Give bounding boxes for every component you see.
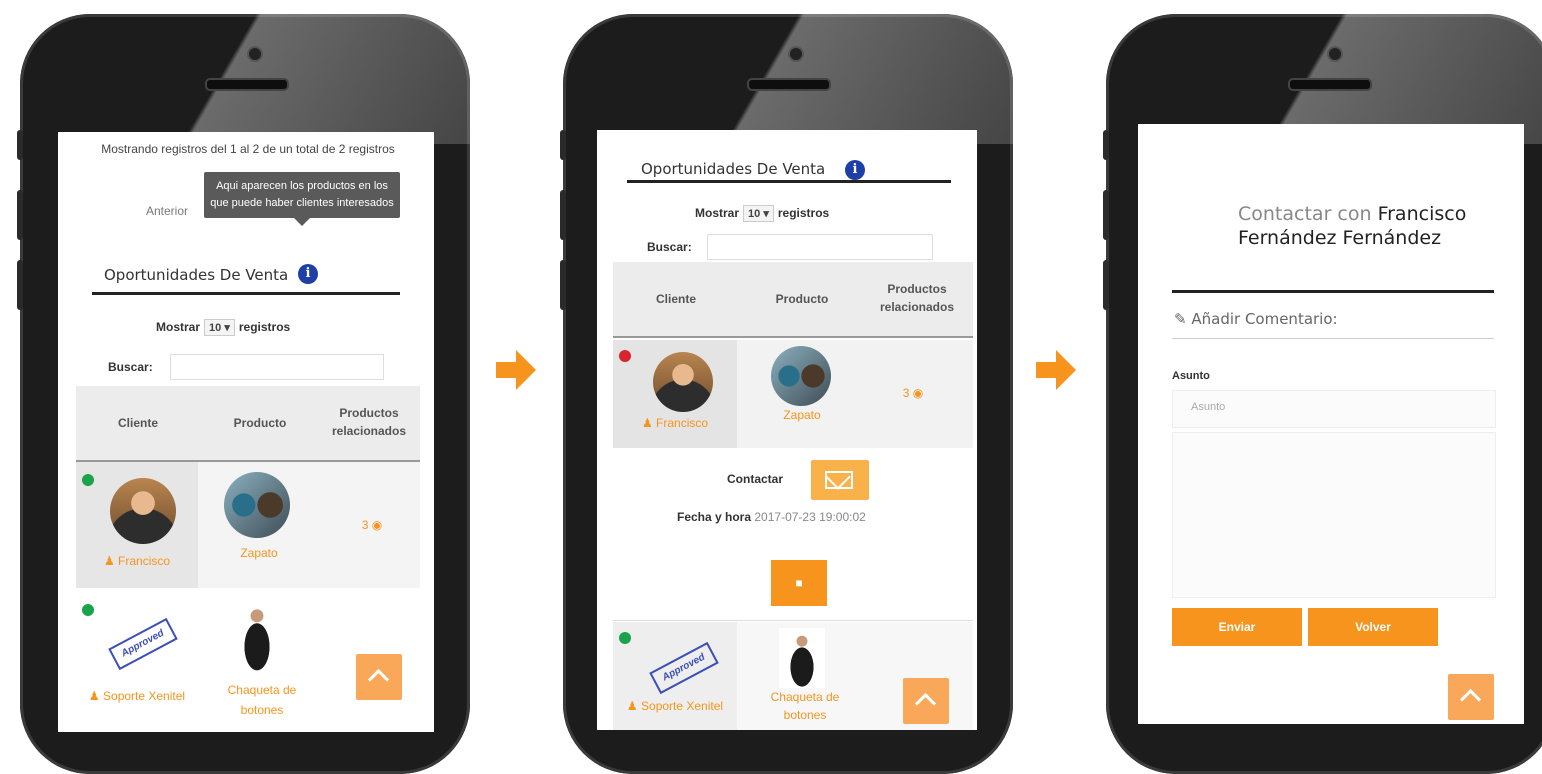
client-avatar[interactable] [653, 352, 713, 412]
table-row[interactable]: ♟ Francisco Zapato 3 ◉ [613, 340, 973, 448]
product-link[interactable]: Zapato [200, 546, 318, 560]
user-icon: ♟ [103, 554, 115, 568]
phone-1: Mostrando registros del 1 al 2 de un tot… [20, 14, 470, 774]
section-title: Oportunidades De Venta [641, 160, 826, 178]
user-icon: ♟ [641, 416, 653, 430]
eye-icon: ◉ [371, 518, 383, 532]
delete-button[interactable]: ■ [771, 560, 827, 606]
send-button[interactable]: Enviar [1172, 608, 1302, 646]
col-cliente[interactable]: Cliente [88, 416, 188, 430]
edit-icon: ✎ [1174, 310, 1187, 328]
title-underline [92, 292, 400, 295]
subject-input[interactable]: Asunto [1172, 390, 1496, 428]
arrow-right-icon [1036, 350, 1080, 390]
screen-1: Mostrando registros del 1 al 2 de un tot… [58, 132, 434, 732]
product-avatar[interactable] [232, 600, 282, 672]
subject-label: Asunto [1172, 370, 1210, 382]
datetime: Fecha y hora 2017-07-23 19:00:02 [677, 510, 866, 524]
related-count[interactable]: 3 ◉ [883, 386, 943, 400]
col-relacionados[interactable]: Productos relacionados [314, 404, 424, 440]
product-link[interactable]: Chaqueta de botones [753, 688, 857, 724]
screen-3: Contactar con Francisco Fernández Fernán… [1138, 124, 1524, 724]
status-dot [82, 474, 94, 486]
status-dot [619, 632, 631, 644]
product-link[interactable]: Zapato [743, 408, 861, 422]
info-icon[interactable]: i [298, 264, 318, 284]
records-info: Mostrando registros del 1 al 2 de un tot… [101, 142, 395, 156]
comment-textarea[interactable] [1172, 432, 1496, 598]
col-producto[interactable]: Producto [747, 292, 857, 306]
screen-2: Oportunidades De Venta i Mostrar 10 ▾ regi… [597, 130, 977, 730]
info-icon[interactable]: i [845, 160, 865, 180]
client-link[interactable]: ♟ Francisco [613, 416, 737, 430]
search-label: Buscar: [108, 360, 153, 374]
title-underline [627, 180, 951, 183]
contact-button[interactable] [811, 460, 869, 500]
related-count[interactable]: 3 ◉ [342, 518, 402, 532]
product-avatar[interactable] [779, 628, 825, 688]
search-label: Buscar: [647, 240, 692, 254]
client-link[interactable]: ♟ Soporte Xenitel [76, 688, 198, 705]
product-link[interactable]: Chaqueta de botones [210, 680, 314, 720]
envelope-icon [825, 464, 853, 490]
page-size-control: Mostrar 10 ▾ registros [695, 205, 830, 222]
back-button[interactable]: Volver [1308, 608, 1438, 646]
title-underline [1172, 290, 1494, 293]
client-avatar[interactable]: Approved [106, 612, 178, 676]
client-avatar[interactable] [110, 478, 176, 544]
search-input[interactable] [170, 354, 384, 380]
status-dot [82, 604, 94, 616]
col-relacionados[interactable]: Productos relacionados [859, 280, 975, 316]
client-link[interactable]: ♟ Francisco [76, 554, 198, 568]
col-producto[interactable]: Producto [210, 416, 310, 430]
prev-link[interactable]: Anterior [146, 204, 188, 218]
contact-label: Contactar [727, 472, 784, 486]
product-avatar[interactable] [224, 472, 290, 538]
phone-3: Contactar con Francisco Fernández Fernán… [1106, 14, 1542, 774]
client-link[interactable]: ♟ Soporte Xenitel [613, 698, 737, 714]
phone-2: Oportunidades De Venta i Mostrar 10 ▾ regi… [563, 14, 1013, 774]
comment-heading: ✎ Añadir Comentario: [1174, 310, 1338, 328]
eye-icon: ◉ [912, 386, 924, 400]
arrow-right-icon [496, 350, 540, 390]
page-size-control: Mostrar 10 ▾ registros [156, 319, 291, 336]
product-avatar[interactable] [771, 346, 831, 406]
table-row[interactable]: ♟ Francisco Zapato 3 ◉ [76, 462, 420, 588]
scroll-top-button[interactable] [1448, 674, 1494, 720]
page-size-select[interactable]: 10 ▾ [743, 205, 774, 222]
search-input[interactable] [707, 234, 933, 260]
info-tooltip: Aqui aparecen los productos en los que p… [204, 172, 400, 226]
page-size-select[interactable]: 10 ▾ [204, 319, 235, 336]
scroll-top-button[interactable] [356, 654, 402, 700]
client-avatar[interactable]: Approved [647, 636, 719, 696]
contact-title: Contactar con Francisco Fernández Fernán… [1238, 203, 1467, 249]
user-icon: ♟ [626, 699, 638, 713]
col-cliente[interactable]: Cliente [621, 292, 731, 306]
scroll-top-button[interactable] [903, 678, 949, 724]
status-dot [619, 350, 631, 362]
section-title: Oportunidades De Venta [104, 266, 289, 284]
user-icon: ♟ [88, 689, 100, 703]
